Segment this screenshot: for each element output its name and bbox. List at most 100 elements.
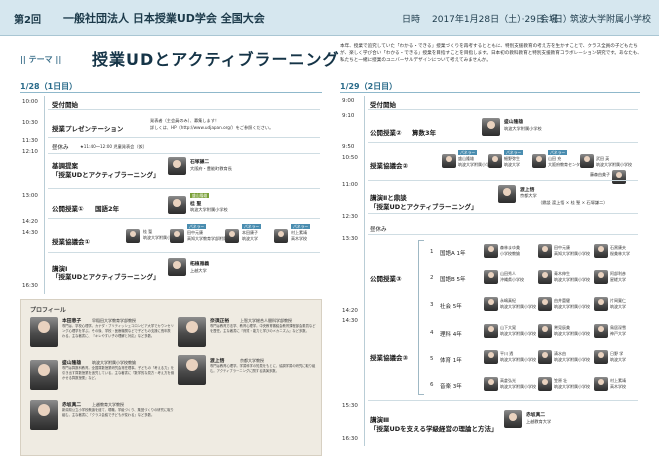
panel-name: 武田 英 [596, 156, 610, 161]
panel-photo [488, 154, 502, 168]
d1-time: 11:30 [22, 138, 38, 144]
keynote-speaker-photo [168, 157, 186, 175]
panel-org: 筑波大学附属小学校 [554, 384, 590, 389]
d1-time: 10:30 [22, 120, 38, 126]
lesson1-teacher-photo [168, 196, 186, 214]
profile-text: 専門は、学校心理学。カナダ・ブリティッシュコロンビア大学でカウンセリング心理学を… [62, 324, 174, 339]
profile-role: 上智大学総合人間科学部教授 [240, 318, 292, 323]
day2-timeline [364, 96, 365, 446]
profile-text: 新潟県公立小学校教諭を経て、現職。学級づくり、集団づくりの研究に取り組む。主な著… [62, 408, 174, 418]
d1-time: 16:30 [22, 283, 38, 289]
panel-name: 盛山隆雄 [458, 156, 474, 161]
lesson1-subject: 国語2年 [95, 205, 120, 213]
theme-intro: 本年、授業で追究していた「わかる・できる」授業づくりを再考するとともに、特別支援… [340, 44, 642, 64]
lesson2-teacher-org: 筑波大学附属小学校 [504, 126, 542, 131]
day1-heading: 1/28（1日目） [20, 82, 78, 91]
day2-rule [340, 92, 640, 93]
panel-photo [532, 154, 546, 168]
d1-reception: 受付開始 [52, 101, 78, 109]
lecture2-title: 「授業UDとアクティブラーニング」 [370, 203, 478, 211]
header-bar: 第2回 一般社団法人 日本授業UD学会 全国大会 日時 2017年1月28日（土… [0, 0, 659, 36]
conference-title: 一般社団法人 日本授業UD学会 全国大会 [63, 12, 265, 25]
panel-badge: パネラー [504, 150, 524, 155]
d1-time: 10:00 [22, 99, 38, 105]
panel-photo [538, 377, 552, 391]
theme-title: 授業UDとアクティブラーニング [92, 50, 340, 69]
d2-time: 14:30 [342, 318, 358, 324]
divider [368, 213, 638, 214]
d2-lesson2: 公開授業② [370, 129, 402, 137]
teacher-org: 筑波大学附属小学校 [500, 304, 536, 309]
divider [368, 142, 638, 143]
lecture-speaker-org: 上越大学 [190, 268, 207, 273]
teacher-name: 山下大晃 [500, 325, 516, 330]
panel-name: 藤森由美子 [590, 172, 610, 177]
profile-name: 盛山隆雄 [62, 361, 82, 366]
day1-timeline [44, 96, 45, 294]
teacher-name: 永嶋真紀 [500, 298, 516, 303]
panel-photo [612, 170, 626, 184]
d2-time: 13:30 [342, 236, 358, 242]
lesson1-teacher-org: 筑波大学附属小学校 [190, 207, 228, 212]
panel-photo [538, 324, 552, 338]
panel-name: 本田康子 [242, 230, 258, 235]
lecture-speaker-name: 柘植雅義 [190, 262, 210, 267]
d2-time: 14:20 [342, 308, 358, 314]
panel-org: 筑波大学附属小学校 [554, 331, 590, 336]
divider [368, 234, 638, 235]
divider [48, 252, 320, 253]
d2-time: 9:50 [342, 144, 355, 150]
lecture3-speaker-org: 上越教育大学 [526, 419, 552, 424]
profile-name: 渡上悟 [210, 359, 225, 364]
profile-photo [30, 360, 58, 390]
teacher-photo [484, 297, 498, 311]
class-num: 5 [430, 356, 434, 362]
profile-title: プロフィール [30, 307, 66, 314]
panel-badge: パネラー [548, 150, 568, 155]
class-subject: 体育 1年 [440, 358, 462, 364]
panel-photo [580, 154, 594, 168]
panel-photo [538, 244, 552, 258]
d2-lesson3: 公開授業③ [370, 275, 402, 283]
d1-break: 昼休み [52, 145, 69, 151]
panel-photo [594, 244, 608, 258]
panel-org: 神戸大学 [610, 331, 626, 336]
panel-name: 村上素靖 [610, 378, 626, 383]
panel-photo [538, 350, 552, 364]
presentation-note2[interactable]: 詳しくは、HP（http://www.udjapan.org/）をご参照ください… [150, 125, 273, 130]
break-note: ★11:40〜12:00 児童発表会（仮） [80, 144, 147, 149]
lecture2-speaker-photo [498, 185, 516, 203]
panel-org: 筑波大学附属小学校 [554, 304, 590, 309]
panel-photo [442, 154, 456, 168]
panel-org: 筑波大学 [610, 357, 626, 362]
panel-org: 筑波大学 [610, 304, 626, 309]
keynote-title: 「授業UDとアクティブラーニング」 [52, 171, 160, 179]
class-num: 3 [430, 302, 434, 308]
d2-discussion3: 授業協議会③ [370, 354, 409, 362]
d2-break: 昼休み [370, 227, 387, 233]
divider [368, 400, 638, 401]
panel-photo [225, 229, 239, 243]
presentation-note1: 発表者（主会員のみ）、募集します！ [150, 118, 220, 123]
d2-time: 9:10 [342, 113, 355, 119]
panel-photo [594, 270, 608, 284]
panel-photo [594, 324, 608, 338]
divider [48, 137, 320, 138]
divider [48, 109, 320, 110]
teacher-photo [484, 270, 498, 284]
class-num: 1 [430, 249, 434, 255]
panel-name: 石黒康夫 [610, 245, 626, 250]
panel-photo [594, 350, 608, 364]
panel-name: 山田 充 [548, 156, 562, 161]
panel-name: 細野弥生 [504, 156, 520, 161]
d2-time: 15:30 [342, 403, 358, 409]
teacher-photo [484, 350, 498, 364]
day1-rule [20, 92, 322, 93]
d2-time: 12:30 [342, 214, 358, 220]
teacher-name: 高倉弘光 [500, 378, 516, 383]
profile-role: 京都大学教授 [240, 358, 264, 363]
teacher-org: 筑波大学附属小学校 [500, 384, 536, 389]
lecture2-members: （鼎談 渡上悟 × 桂 聖 × 石塚謙二） [538, 200, 608, 205]
teacher-org: 沖縄県小学校 [500, 277, 524, 282]
lecture-speaker-photo [168, 258, 186, 276]
